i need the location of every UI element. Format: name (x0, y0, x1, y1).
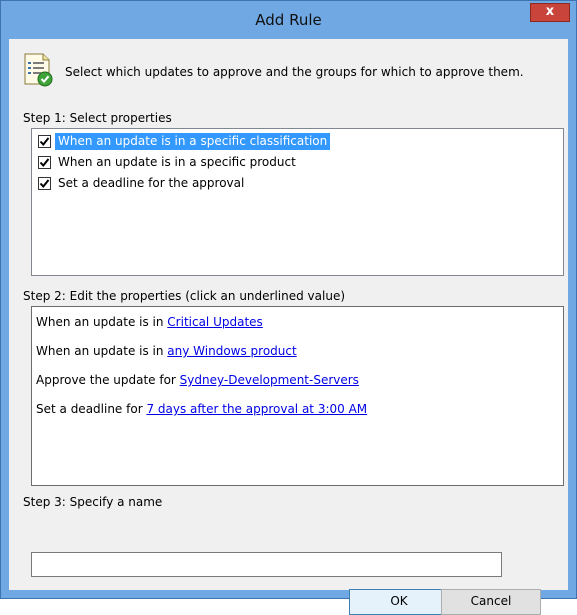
rule-name-input[interactable] (31, 552, 502, 577)
property-item-label: When an update is in a specific product (58, 155, 296, 169)
step2-label: Step 2: Edit the properties (click an un… (23, 289, 346, 303)
classification-checkbox[interactable] (38, 135, 51, 148)
property-prefix: When an update is in (36, 344, 168, 358)
property-prefix: Approve the update for (36, 373, 180, 387)
property-item-label: Set a deadline for the approval (58, 176, 245, 190)
deadline-property-line: Set a deadline for 7 days after the appr… (36, 402, 367, 416)
property-item-label: When an update is in a specific classifi… (55, 133, 331, 150)
ok-button[interactable]: OK (349, 589, 449, 615)
dialog-body: Select which updates to approve and the … (9, 39, 568, 615)
properties-editor: When an update is in Critical Updates Wh… (31, 306, 564, 486)
deadline-checkbox[interactable] (38, 177, 51, 190)
properties-listbox[interactable]: When an update is in a specific classifi… (31, 128, 564, 276)
product-property-line: When an update is in any Windows product (36, 344, 297, 358)
property-prefix: When an update is in (36, 315, 168, 329)
close-button[interactable]: x (530, 3, 570, 22)
property-prefix: Set a deadline for (36, 402, 147, 416)
computer-group-link[interactable]: Sydney-Development-Servers (180, 373, 359, 387)
classification-property-line: When an update is in Critical Updates (36, 315, 263, 329)
cancel-button[interactable]: Cancel (441, 589, 541, 615)
classification-value-link[interactable]: Critical Updates (167, 315, 263, 329)
group-property-line: Approve the update for Sydney-Developmen… (36, 373, 359, 387)
product-checkbox[interactable] (38, 156, 51, 169)
rule-approve-icon (23, 53, 53, 87)
step3-label: Step 3: Specify a name (23, 495, 163, 509)
dialog-title: Add Rule (255, 11, 322, 29)
step1-label: Step 1: Select properties (23, 111, 172, 125)
title-bar[interactable]: Add Rule x (1, 1, 576, 39)
deadline-value-link[interactable]: 7 days after the approval at 3:00 AM (146, 402, 367, 416)
product-value-link[interactable]: any Windows product (167, 344, 296, 358)
instruction-header: Select which updates to approve and the … (21, 53, 562, 93)
instruction-text: Select which updates to approve and the … (65, 65, 524, 79)
add-rule-dialog: Add Rule x Select which updates to appro… (0, 0, 577, 615)
